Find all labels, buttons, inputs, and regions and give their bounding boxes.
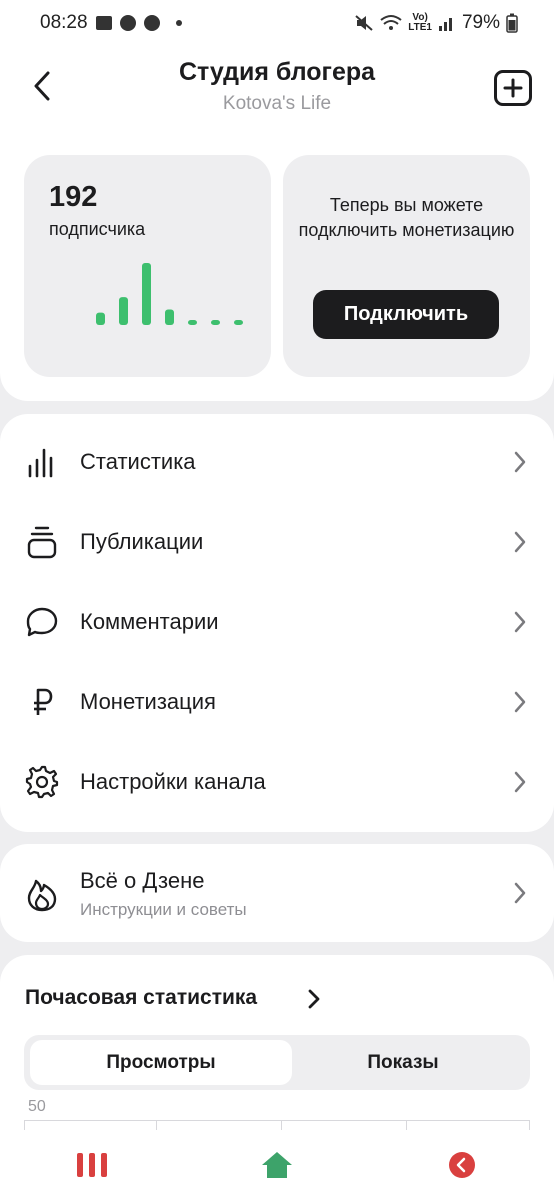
- menu-item-monetization[interactable]: Монетизация: [0, 662, 554, 742]
- back-icon: [448, 1152, 475, 1178]
- monetization-text: Теперь вы можете подключить монетизацию: [298, 195, 515, 240]
- page-title: Студия блогера: [178, 58, 376, 86]
- menu-item-statistics[interactable]: Статистика: [0, 422, 554, 502]
- wifi-icon: [380, 15, 402, 30]
- chevron-right-icon: [512, 881, 528, 905]
- lte-indicator: Vo) LTE1: [408, 13, 432, 33]
- plus-icon: [503, 78, 523, 98]
- battery-icon: [506, 13, 518, 33]
- chart-grid-tick: [406, 1120, 407, 1130]
- wear-icon: [143, 15, 160, 31]
- menu-label-statistics: Статистика: [80, 449, 196, 474]
- subscribers-bar: [188, 320, 197, 325]
- subscribers-bar: [211, 320, 220, 325]
- recent-apps-icon: [77, 1153, 108, 1177]
- menu-label-monetization: Монетизация: [80, 689, 216, 714]
- about-zen-card[interactable]: Всё о Дзене Инструкции и советы: [0, 844, 554, 942]
- monetization-card: Теперь вы можете подключить монетизацию …: [283, 155, 530, 377]
- folder-icon: [95, 16, 112, 30]
- chevron-right-icon: [512, 770, 528, 794]
- notification-dot-icon: [175, 20, 182, 26]
- about-zen-subtitle: Инструкции и советы: [80, 900, 247, 919]
- chart-grid-tick: [281, 1120, 282, 1130]
- studio-header: Студия блогера Kotova's Life 192 подписч…: [0, 46, 554, 401]
- subscribers-bar: [165, 309, 174, 325]
- flame-icon: [24, 876, 60, 912]
- status-bar: 08:28 Vo) LTE1 79%: [0, 0, 554, 46]
- about-zen-title: Всё о Дзене: [80, 868, 205, 893]
- subscribers-bar: [119, 297, 128, 325]
- subscribers-count: 192: [49, 181, 98, 213]
- subscribers-bar: [96, 312, 105, 325]
- tab-impressions[interactable]: Показы: [282, 1040, 524, 1085]
- subscribers-bar: [234, 320, 243, 325]
- menu-item-publications[interactable]: Публикации: [0, 502, 554, 582]
- back-nav-button[interactable]: [432, 1135, 492, 1195]
- chart-grid-tick: [24, 1120, 25, 1130]
- menu-label-channel-settings: Настройки канала: [80, 769, 266, 794]
- subscribers-bar: [142, 263, 151, 325]
- publications-icon: [24, 524, 60, 560]
- menu-item-comments[interactable]: Комментарии: [0, 582, 554, 662]
- comment-icon: [24, 604, 60, 640]
- bar-chart-icon: [24, 444, 60, 480]
- recent-apps-button[interactable]: [62, 1135, 122, 1195]
- home-icon: [261, 1152, 292, 1178]
- menu-label-publications: Публикации: [80, 529, 204, 554]
- gear-icon: [24, 764, 60, 800]
- connect-monetization-button[interactable]: Подключить: [313, 290, 499, 339]
- subscribers-card[interactable]: 192 подписчика: [24, 155, 271, 377]
- system-nav-bar: [0, 1130, 554, 1200]
- subscribers-label: подписчика: [49, 219, 146, 239]
- menu-label-comments: Комментарии: [80, 609, 219, 634]
- add-publication-button[interactable]: [494, 70, 532, 106]
- chevron-right-icon: [512, 530, 528, 554]
- stats-tab-switcher: Просмотры Показы: [24, 1035, 530, 1090]
- channel-name: Kotova's Life: [222, 93, 332, 114]
- chevron-right-icon: [512, 610, 528, 634]
- subscribers-mini-chart: [96, 263, 243, 325]
- mute-icon: [355, 15, 373, 31]
- tab-views[interactable]: Просмотры: [30, 1040, 292, 1085]
- battery-percent: 79%: [461, 12, 500, 33]
- chevron-right-icon: [512, 690, 528, 714]
- chevron-right-icon: [512, 450, 528, 474]
- chart-grid-tick: [156, 1120, 157, 1130]
- status-time: 08:28: [40, 12, 88, 33]
- lte-label: LTE1: [408, 22, 432, 33]
- signal-icon: [438, 18, 452, 31]
- chevron-right-icon[interactable]: [306, 987, 322, 1011]
- chart-grid-tick: [529, 1120, 530, 1130]
- y-axis-max-label: 50: [28, 1098, 46, 1115]
- ruble-icon: [24, 684, 60, 720]
- studio-menu: Статистика Публикации Комментарии Монети…: [0, 414, 554, 832]
- whatsapp-icon: [119, 15, 136, 31]
- chart-grid-line: [24, 1120, 530, 1121]
- home-button[interactable]: [247, 1135, 307, 1195]
- hourly-stats-title[interactable]: Почасовая статистика: [25, 986, 257, 1010]
- menu-item-channel-settings[interactable]: Настройки канала: [0, 742, 554, 822]
